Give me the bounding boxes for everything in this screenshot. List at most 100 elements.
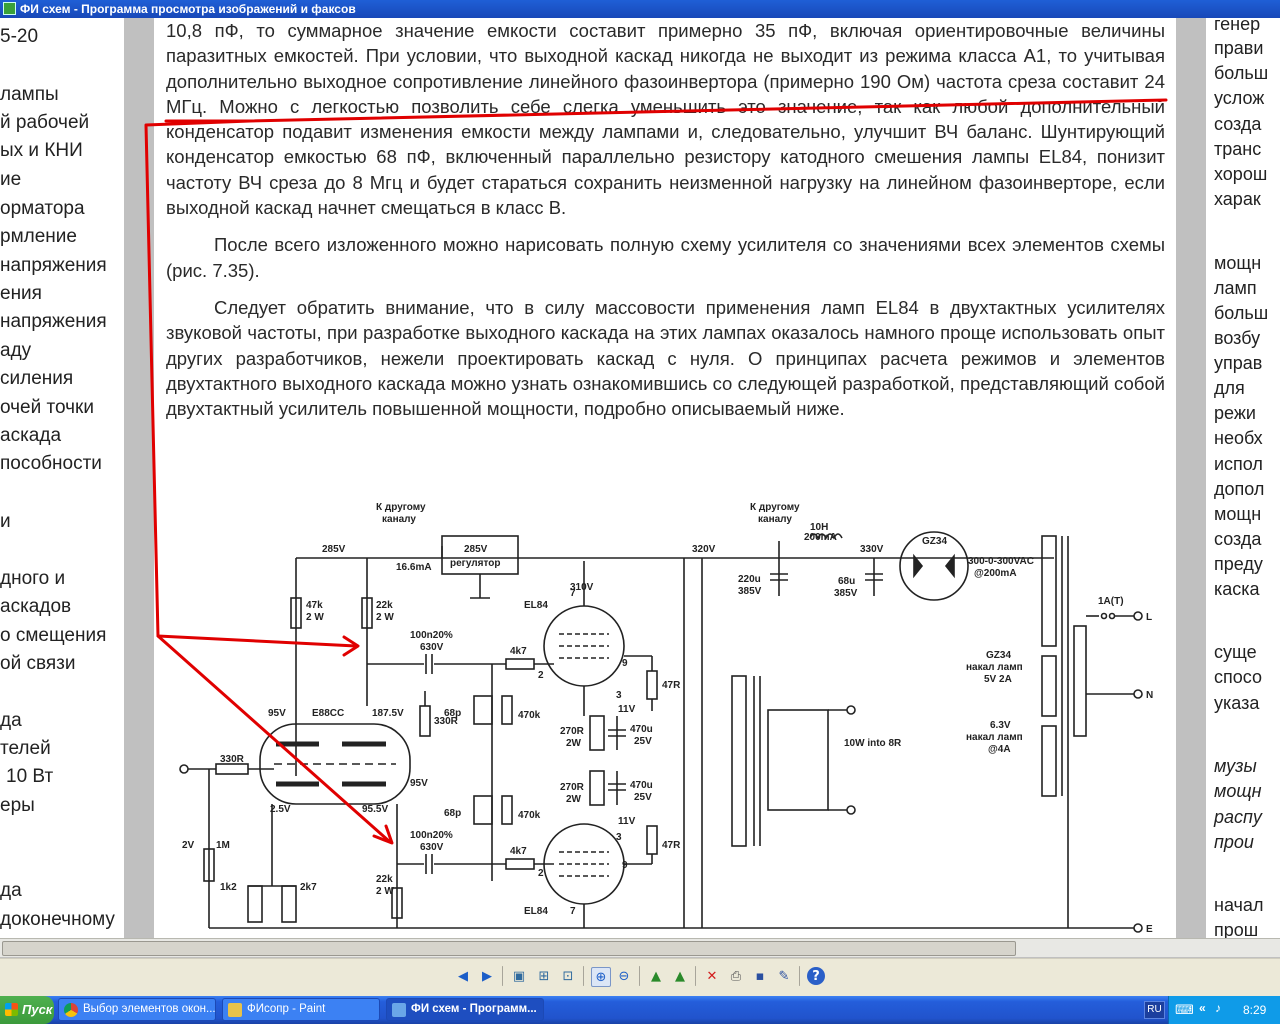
schematic-label: 22k: [376, 600, 393, 611]
start-button[interactable]: Пуск: [0, 996, 54, 1024]
left-line: аду: [0, 340, 32, 361]
print-icon[interactable]: ⎙: [727, 967, 745, 985]
schematic-label: К другому: [750, 502, 800, 513]
left-line: й рабочей: [0, 112, 90, 133]
schematic-label: 9: [622, 860, 628, 871]
document-text: 10,8 пФ, то суммарное значение емкости с…: [166, 18, 1165, 433]
schematic-label: 285V: [464, 544, 488, 555]
schematic-label: 100n20%: [410, 630, 453, 641]
window-title: ФИ схем - Программа просмотра изображени…: [20, 2, 356, 16]
schematic-label: 470u: [630, 724, 653, 735]
schematic-label: 1k2: [220, 882, 237, 893]
left-line: доконечному: [0, 909, 115, 930]
schematic-label: EL84: [524, 906, 548, 917]
left-line: рмление: [0, 226, 77, 247]
schematic-label: GZ34: [986, 650, 1011, 661]
schematic-label: EL84: [524, 600, 548, 611]
scrollbar-thumb[interactable]: [2, 941, 1016, 956]
right-line: мощн: [1214, 253, 1262, 273]
right-line: прош: [1214, 920, 1259, 938]
best-fit-icon[interactable]: ▣: [510, 967, 528, 985]
schematic-label: @4A: [988, 744, 1011, 755]
viewer-toolbar: ◀ ▶ ▣ ⊞ ⊡ ⊕ ⊖ ▲ ▲ ✕ ⎙ ▪ ✎ ?: [0, 958, 1280, 997]
image-viewer[interactable]: 5-20 лампы й рабочей ых и КНИ ие орматор…: [0, 18, 1280, 958]
right-line: возбу: [1214, 328, 1261, 348]
schematic-label: 10W into 8R: [844, 738, 902, 749]
paragraph: 10,8 пФ, то суммарное значение емкости с…: [166, 20, 1165, 219]
actual-size-icon[interactable]: ⊞: [535, 967, 553, 985]
rotate-counterclockwise-icon[interactable]: ▲: [671, 967, 689, 985]
left-line: силения: [0, 368, 74, 389]
taskbar: Пуск Выбор элементов окон... ФИсопр - Pa…: [0, 996, 1280, 1024]
right-line: преду: [1214, 554, 1263, 574]
right-line: прави: [1214, 38, 1264, 58]
next-image-icon[interactable]: ▶: [478, 967, 496, 985]
language-indicator[interactable]: RU: [1144, 1001, 1165, 1019]
schematic-label: 1M: [216, 840, 230, 851]
keyboard-icon[interactable]: ⌨: [1175, 1002, 1194, 1018]
schematic-label: 4k7: [510, 646, 527, 657]
volume-icon[interactable]: ♪: [1215, 1001, 1221, 1015]
schematic-label: 2: [538, 670, 544, 681]
left-line: орматора: [0, 198, 85, 219]
right-line: созда: [1214, 114, 1262, 134]
toolbar-separator: [583, 966, 584, 986]
schematic-label: 2W: [566, 738, 582, 749]
paragraph: Следует обратить внимание, что в силу ма…: [166, 296, 1165, 420]
help-icon[interactable]: ?: [807, 967, 825, 985]
save-icon[interactable]: ▪: [751, 967, 769, 985]
paragraph: После всего изложенного можно нарисовать…: [166, 234, 1165, 281]
clock[interactable]: 8:29: [1243, 1003, 1266, 1017]
schematic-label: 7: [570, 906, 576, 917]
previous-image-icon[interactable]: ◀: [454, 967, 472, 985]
right-line: больш: [1214, 303, 1269, 323]
edit-icon[interactable]: ✎: [775, 967, 793, 985]
zoom-out-icon[interactable]: ⊖: [615, 967, 633, 985]
schematic-label: 4k7: [510, 846, 527, 857]
schematic-label: 285V: [322, 544, 346, 555]
taskbar-item-chrome[interactable]: Выбор элементов окон...: [58, 998, 216, 1021]
rotate-clockwise-icon[interactable]: ▲: [647, 967, 665, 985]
left-line: очей точки: [0, 397, 94, 418]
paint-icon: [228, 1003, 242, 1017]
right-line: спосо: [1214, 667, 1262, 687]
schematic-label: GZ34: [922, 536, 947, 547]
taskbar-item-paint[interactable]: ФИсопр - Paint: [222, 998, 380, 1021]
task-label: Выбор элементов окон...: [83, 1003, 216, 1015]
schematic-label: 187.5V: [372, 708, 404, 719]
taskbar-item-image-viewer[interactable]: ФИ схем - Программ...: [386, 998, 544, 1021]
chrome-icon: [64, 1003, 78, 1017]
title-bar: ФИ схем - Программа просмотра изображени…: [0, 0, 1280, 18]
right-line: суще: [1214, 642, 1257, 662]
left-line: о смещения: [0, 625, 107, 646]
left-line: 5-20: [0, 26, 39, 47]
right-line: транс: [1214, 139, 1262, 159]
delete-icon[interactable]: ✕: [703, 967, 721, 985]
right-page-fragment: генер прави больш услож созда транс хоро…: [1206, 18, 1280, 938]
schematic-label: 470k: [518, 810, 541, 821]
left-line: напряжения: [0, 255, 107, 276]
schematic-label: 385V: [738, 586, 762, 597]
left-line: ых и КНИ: [0, 140, 83, 161]
schematic-label: накал ламп: [966, 732, 1023, 743]
left-line: ения: [0, 283, 42, 304]
schematic-label: 220u: [738, 574, 761, 585]
right-line: больш: [1214, 63, 1269, 83]
right-line: музы: [1214, 756, 1257, 776]
schematic-label: 7: [570, 588, 576, 599]
horizontal-scrollbar[interactable]: [0, 938, 1280, 957]
schematic-label: 2 W: [376, 886, 394, 897]
right-line: прои: [1214, 832, 1254, 852]
zoom-in-icon[interactable]: ⊕: [591, 967, 611, 987]
right-line: распу: [1214, 807, 1262, 827]
schematic-label: 68p: [444, 808, 461, 819]
left-line: дного и: [0, 568, 66, 589]
slideshow-icon[interactable]: ⊡: [559, 967, 577, 985]
schematic-label: N: [1146, 690, 1153, 701]
left-line: и: [0, 511, 11, 532]
amplifier-schematic: К другому каналу 285V 16.6mA 285V регуля…: [179, 502, 1153, 935]
schematic-label: 68u: [838, 576, 855, 587]
tray-expand-icon[interactable]: «: [1199, 1001, 1206, 1015]
schematic-label: 9: [622, 658, 628, 669]
schematic-label: L: [1146, 612, 1152, 623]
